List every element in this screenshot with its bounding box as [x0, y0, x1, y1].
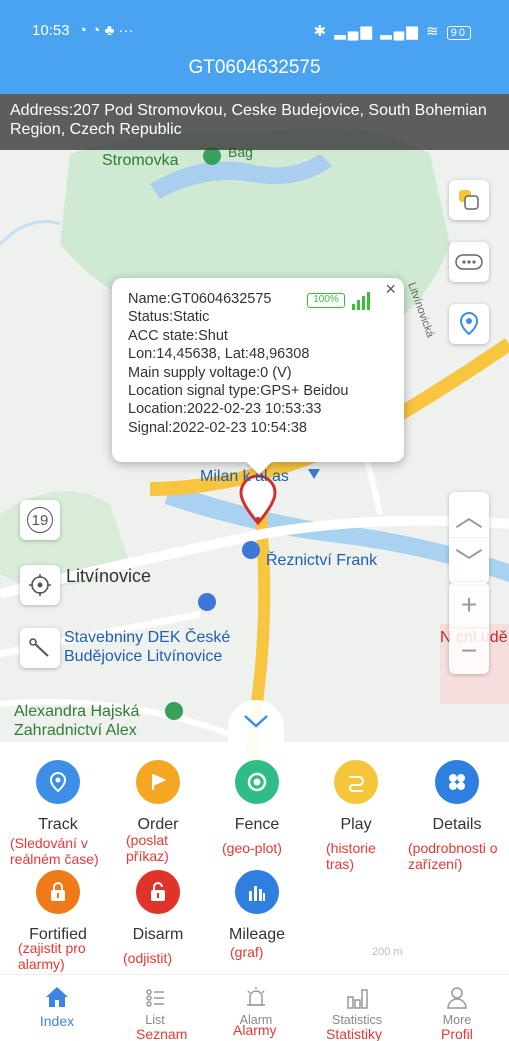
map-label-stromovka: Stromovka [102, 152, 179, 169]
popup-line-status: Status:Static [128, 309, 210, 326]
popup-line-signal-type: Location signal type:GPS+ Beidou [128, 383, 349, 400]
details-button[interactable]: Details [407, 760, 507, 834]
chevron-down-icon: ﹀ [454, 547, 483, 578]
location-pin-icon [459, 311, 479, 336]
home-icon [12, 975, 102, 1009]
grid-icon [435, 760, 479, 804]
battery-icon: 90 [446, 26, 471, 40]
pan-controls: ︿ ﹀ [449, 492, 489, 584]
order-button[interactable]: Order [108, 760, 208, 834]
bar-chart-icon [235, 870, 279, 914]
chevron-up-icon: ︿ [454, 500, 483, 532]
map-label-litvinovice: Litvínovice [66, 566, 152, 586]
ellipsis-icon [455, 254, 483, 270]
nav-more-label: More [442, 1013, 472, 1027]
track-button[interactable]: Track [8, 760, 108, 834]
chevron-down-icon [244, 715, 268, 728]
status-bar: 10:53 ◔ ◔ ♣ ··· ✱ ▂▄▆ ▂▄▆ ≋ 90 [0, 0, 509, 44]
map-label-milan: Milan k al as [200, 468, 289, 485]
system-icons: ✱ ▂▄▆ ▂▄▆ ≋ 90 [314, 22, 471, 40]
zoom-controls: + − [449, 582, 489, 674]
mileage-button[interactable]: Mileage [207, 870, 307, 944]
locate-device-button[interactable] [449, 304, 489, 344]
battery-indicator: 100% [307, 293, 345, 308]
signal-icon [352, 292, 370, 310]
track-label: Track [38, 816, 78, 833]
play-translation: (historie tras) [326, 840, 376, 872]
play-label: Play [340, 816, 372, 833]
details-label: Details [432, 816, 482, 833]
nav-statistics-translation: Statistiky [326, 1026, 383, 1041]
nav-list-translation: Seznam [136, 1026, 188, 1041]
pan-down-button[interactable]: ﹀ [449, 538, 489, 584]
list-icon [110, 975, 200, 1009]
page-title: GT0604632575 [0, 44, 509, 94]
popup-line-voltage: Main supply voltage:0 (V) [128, 364, 292, 381]
close-icon[interactable]: × [385, 280, 396, 299]
nav-more[interactable]: More [412, 975, 502, 1027]
nav-alarm[interactable]: Alarm [211, 975, 301, 1027]
measure-button[interactable] [20, 628, 60, 668]
popup-line-coords: Lon:14,45638, Lat:48,96308 [128, 346, 310, 363]
nav-index-label: Index [39, 1013, 75, 1029]
map-scale: 200 m [372, 946, 403, 958]
location-pin-icon [36, 760, 80, 804]
disarm-translation: (odjistit) [123, 950, 173, 966]
statistics-icon [312, 975, 402, 1009]
popup-line-acc: ACC state:Shut [128, 327, 228, 344]
fence-button[interactable]: Fence [207, 760, 307, 834]
nav-more-translation: Profil [441, 1026, 473, 1041]
target-icon [235, 760, 279, 804]
notification-icons: ◔ ◔ ♣ ··· [78, 22, 134, 39]
more-options-button[interactable] [449, 242, 489, 282]
nav-index[interactable]: Index [12, 975, 102, 1029]
route-icon [334, 760, 378, 804]
flag-icon [136, 760, 180, 804]
disarm-button[interactable]: Disarm [108, 870, 208, 944]
fence-label: Fence [234, 816, 280, 833]
history-icon: 19 [27, 507, 53, 533]
mileage-translation: (graf) [230, 944, 264, 960]
playback-button[interactable]: 19 [20, 500, 60, 540]
alarm-icon [211, 975, 301, 1009]
details-translation: (podrobnosti o zařízení) [408, 840, 498, 872]
popup-line-signal-time: Signal:2022-02-23 10:54:38 [128, 419, 307, 436]
zoom-out-button[interactable]: − [449, 628, 489, 674]
nav-list-label: List [145, 1013, 165, 1027]
nav-alarm-translation: Alarmy [233, 1022, 277, 1038]
map-type-button[interactable] [449, 180, 489, 220]
address-bar: Address:207 Pod Stromovkou, Ceske Budejo… [0, 94, 509, 150]
plus-icon: + [460, 588, 478, 620]
mileage-label: Mileage [228, 926, 286, 943]
fortified-translation: (zajistit pro alarmy) [18, 940, 86, 972]
disarm-label: Disarm [132, 926, 184, 943]
device-info-popup: × 100% Name:GT0604632575 Status:Static A… [112, 278, 404, 475]
map-label-reznictvi: Řeznictví Frank [266, 552, 378, 569]
popup-line-location-time: Location:2022-02-23 10:53:33 [128, 401, 322, 418]
minus-icon: − [460, 635, 478, 666]
track-translation: (Sledování v reálném čase) [10, 835, 99, 867]
zoom-in-button[interactable]: + [449, 582, 489, 628]
fortified-button[interactable]: Fortified [8, 870, 108, 944]
map-label-alexandra: Alexandra Hajská Zahradnictví Alex [14, 703, 140, 739]
status-time: 10:53 [32, 22, 70, 39]
lock-icon [36, 870, 80, 914]
nav-statistics[interactable]: Statistics [312, 975, 402, 1027]
person-icon [412, 975, 502, 1009]
nav-list[interactable]: List [110, 975, 200, 1027]
fence-translation: (geo-plot) [222, 840, 282, 856]
pan-up-button[interactable]: ︿ [449, 492, 489, 538]
unlock-icon [136, 870, 180, 914]
layers-icon [459, 190, 479, 210]
order-translation: (poslat příkaz) [126, 832, 169, 864]
map-label-stavebniny: Stavebniny DEK České Budějovice Litvínov… [64, 629, 231, 665]
nav-statistics-label: Statistics [331, 1013, 382, 1027]
ruler-icon [29, 638, 49, 657]
crosshair-icon [29, 574, 51, 596]
my-location-button[interactable] [20, 565, 60, 605]
play-button[interactable]: Play [306, 760, 406, 834]
